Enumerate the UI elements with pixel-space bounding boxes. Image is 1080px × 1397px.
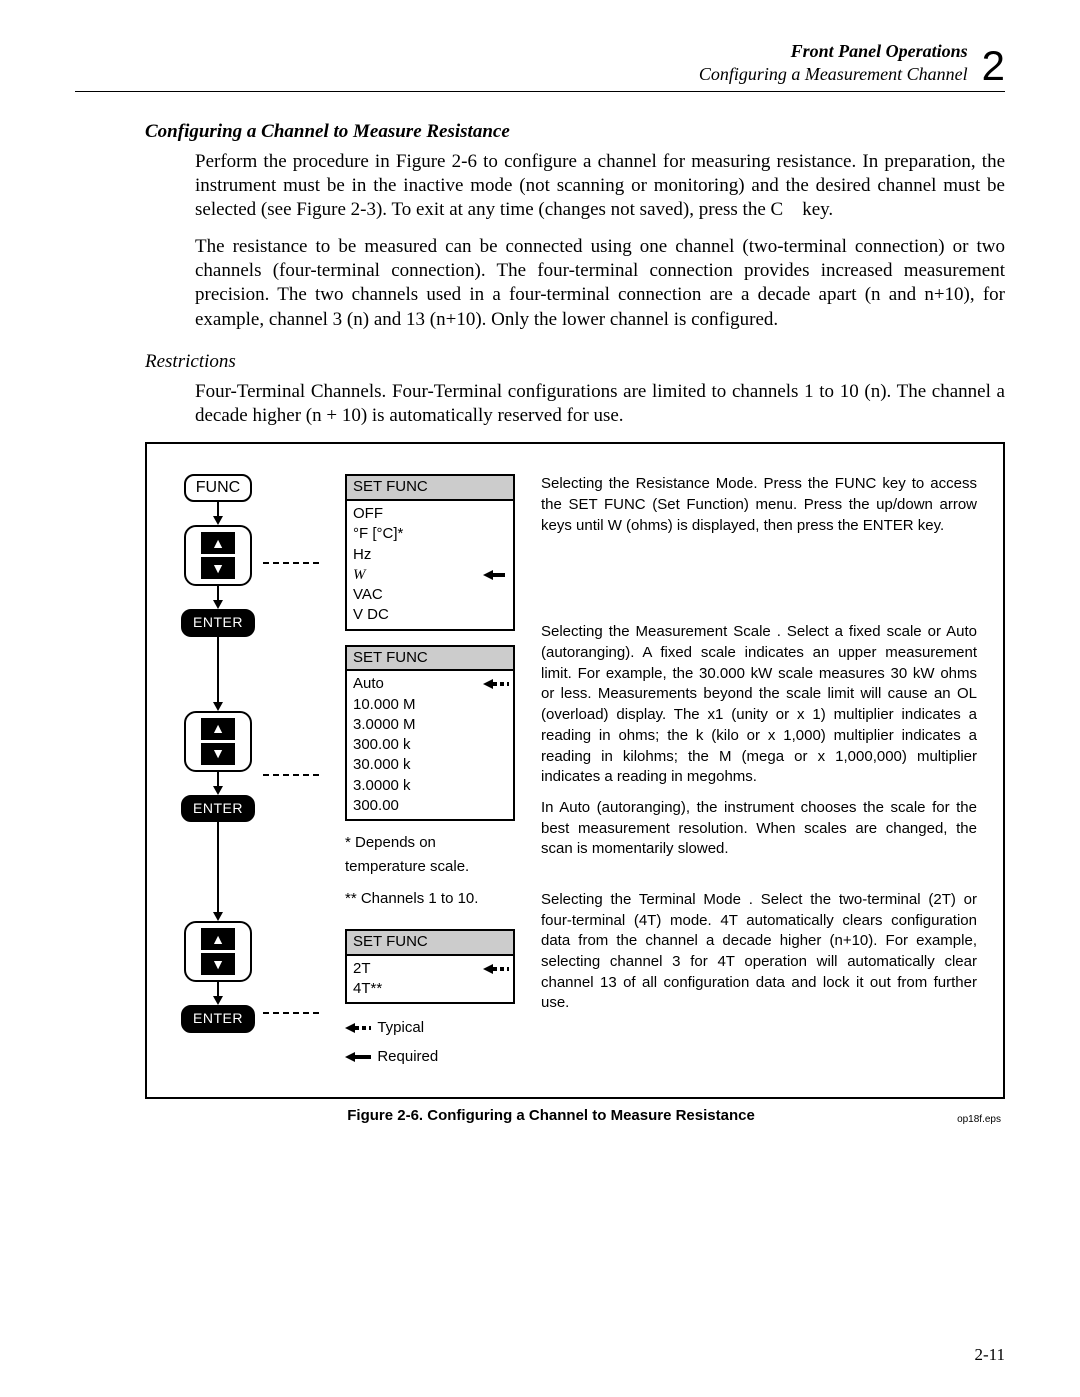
figure-eps-label: op18f.eps	[957, 1114, 1001, 1127]
menu-set-func-1: SET FUNC OFF °F [°C]* Hz W VAC	[345, 474, 515, 630]
legend-required: Required	[377, 1048, 438, 1065]
footnote-temp-scale: * Depends on temperature scale.	[345, 831, 515, 879]
typical-arrow-icon	[345, 1014, 369, 1043]
menu-column: SET FUNC OFF °F [°C]* Hz W VAC	[345, 474, 515, 1071]
menu-title: SET FUNC	[347, 931, 513, 956]
menu-item-selected: 2T	[353, 959, 371, 979]
arrow-legend: Typical Required	[345, 1014, 515, 1071]
menu-item: Hz	[353, 545, 371, 565]
menu-item: 300.00	[353, 796, 399, 816]
menu-item: 300.00 k	[353, 735, 411, 755]
footnotes: * Depends on temperature scale. ** Chann…	[345, 831, 515, 911]
desc-resistance-mode: Selecting the Resistance Mode. Press the…	[541, 474, 977, 536]
menu-item: OFF	[353, 504, 383, 524]
figure-caption: Figure 2-6. Configuring a Channel to Mea…	[145, 1107, 957, 1126]
func-key: FUNC	[184, 474, 252, 502]
arrow-keys-2: ▲ ▼	[184, 711, 252, 772]
up-arrow-icon: ▲	[201, 718, 235, 740]
desc-measurement-scale: Selecting the Measurement Scale . Select…	[541, 622, 977, 788]
heading-configure-resistance: Configuring a Channel to Measure Resista…	[145, 120, 1005, 144]
menu-title: SET FUNC	[347, 476, 513, 501]
paragraph-intro: Perform the procedure in Figure 2-6 to c…	[195, 150, 1005, 223]
menu-item: V DC	[353, 605, 389, 625]
typical-arrow-icon	[483, 674, 507, 694]
required-arrow-icon	[483, 565, 507, 585]
menu-item: 3.0000 k	[353, 776, 411, 796]
down-arrow-icon: ▼	[201, 743, 235, 765]
heading-restrictions: Restrictions	[145, 350, 1005, 374]
arrow-keys-3: ▲ ▼	[184, 921, 252, 982]
up-arrow-icon: ▲	[201, 928, 235, 950]
header-subsection-title: Configuring a Measurement Channel	[699, 63, 968, 86]
menu-item: 3.0000 M	[353, 715, 416, 735]
menu-item-selected: Auto	[353, 674, 384, 694]
menu-item: 10.000 M	[353, 695, 416, 715]
desc-auto-range: In Auto (autoranging), the instrument ch…	[541, 798, 977, 860]
typical-arrow-icon	[483, 959, 507, 979]
menu-title: SET FUNC	[347, 647, 513, 672]
menu-item: VAC	[353, 585, 383, 605]
enter-key-2: ENTER	[181, 795, 255, 823]
down-arrow-icon: ▼	[201, 557, 235, 579]
menu-item: 30.000 k	[353, 755, 411, 775]
header-rule	[75, 91, 1005, 92]
arrow-keys-1: ▲ ▼	[184, 525, 252, 586]
page-header: Front Panel Operations Configuring a Mea…	[75, 40, 1005, 85]
legend-typical: Typical	[377, 1019, 424, 1036]
page-number: 2-11	[974, 1344, 1005, 1365]
menu-set-func-2: SET FUNC Auto 10.000 M 3.0000 M 300.00 k	[345, 645, 515, 822]
enter-key-3: ENTER	[181, 1005, 255, 1033]
figure-frame: FUNC ▲ ▼ ENTER ▲ ▼ ENTER	[145, 442, 1005, 1099]
description-column: Selecting the Resistance Mode. Press the…	[541, 474, 977, 1071]
menu-item: °F [°C]*	[353, 524, 403, 544]
menu-set-func-3: SET FUNC 2T 4T**	[345, 929, 515, 1004]
enter-key-1: ENTER	[181, 609, 255, 637]
desc-terminal-mode: Selecting the Terminal Mode . Select the…	[541, 890, 977, 1014]
menu-item-selected: W	[353, 565, 366, 585]
menu-item: 4T**	[353, 979, 382, 999]
header-section-title: Front Panel Operations	[699, 40, 968, 63]
footnote-channels: ** Channels 1 to 10.	[345, 887, 515, 911]
paragraph-restrictions: Four-Terminal Channels. Four-Terminal co…	[195, 380, 1005, 429]
flow-column: FUNC ▲ ▼ ENTER ▲ ▼ ENTER	[173, 474, 263, 1071]
down-arrow-icon: ▼	[201, 953, 235, 975]
required-arrow-icon	[345, 1043, 369, 1072]
chapter-number: 2	[982, 47, 1005, 85]
paragraph-connection: The resistance to be measured can be con…	[195, 235, 1005, 332]
up-arrow-icon: ▲	[201, 532, 235, 554]
dash-connectors	[289, 474, 319, 1071]
